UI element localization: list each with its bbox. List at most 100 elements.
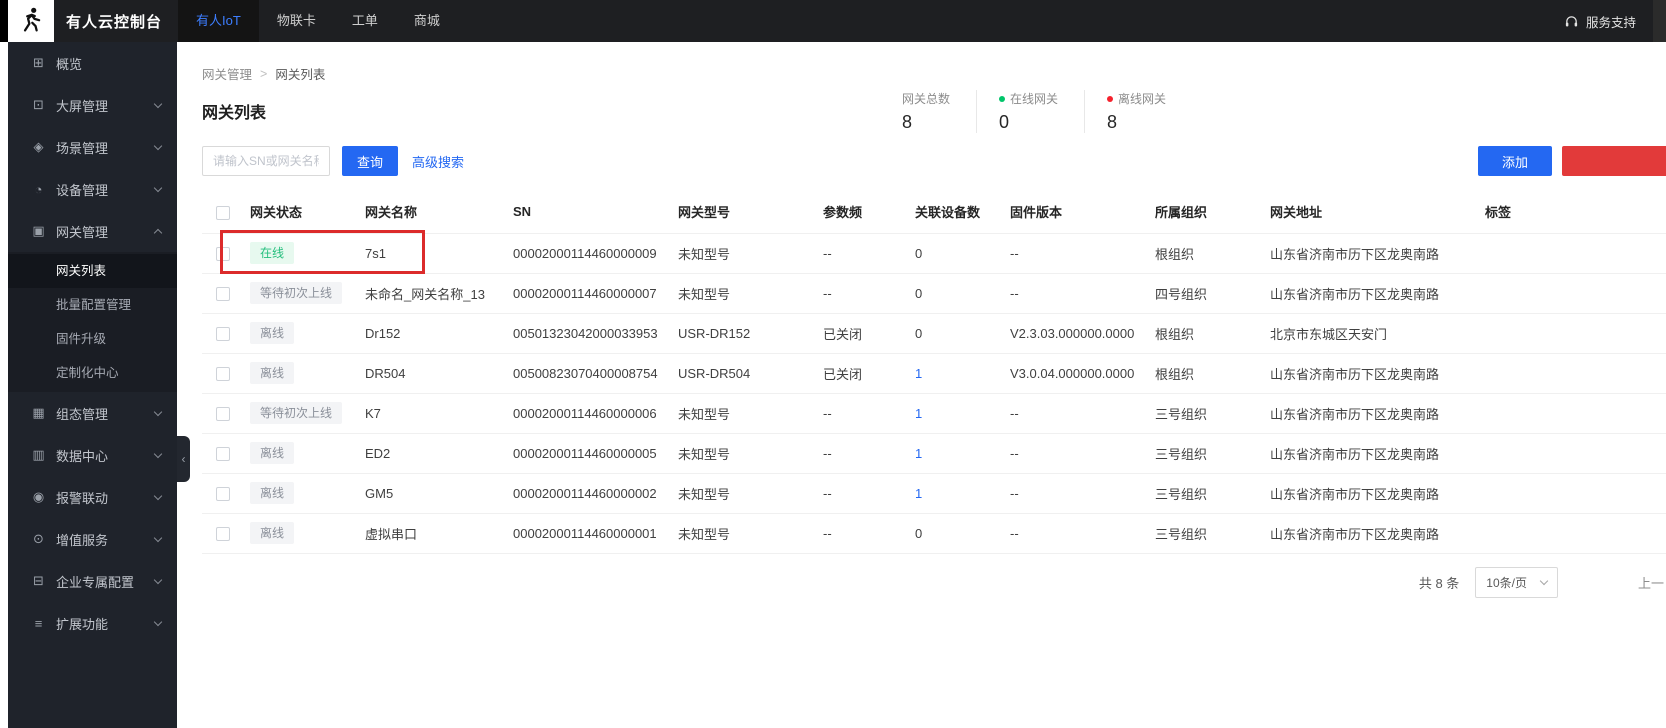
gateway-name[interactable]: ED2 — [365, 433, 513, 474]
gateway-sn: 00002000114460000002 — [513, 473, 678, 514]
gateway-tag — [1485, 313, 1666, 354]
row-checkbox[interactable] — [216, 486, 230, 501]
device-count[interactable]: 1 — [915, 446, 922, 461]
status-badge: 离线 — [250, 441, 295, 465]
chevron-down-icon — [153, 617, 163, 626]
column-header: SN — [513, 191, 678, 234]
select-all-cell — [202, 191, 250, 234]
firmware-version: -- — [1010, 433, 1155, 474]
sidebar-subitem[interactable]: 批量配置管理 — [8, 288, 177, 322]
stat-total: 网关总数 8 — [902, 90, 976, 133]
navbar-cutoff-item[interactable] — [1653, 0, 1666, 42]
device-count[interactable]: 1 — [915, 406, 922, 421]
gateway-grid-icon: ▣ — [32, 223, 45, 238]
stat-label: 在线网关 — [999, 90, 1058, 107]
gateway-name[interactable]: K7 — [365, 393, 513, 434]
status-cell: 在线 — [250, 233, 365, 274]
danger-button-partial[interactable] — [1562, 146, 1666, 176]
gateway-name[interactable]: 虚拟串口 — [365, 513, 513, 554]
gateway-name[interactable]: 7s1 — [365, 233, 513, 274]
add-button[interactable]: 添加 — [1477, 146, 1552, 176]
gateway-tag — [1485, 513, 1666, 554]
top-tab-work-order[interactable]: 工单 — [334, 0, 396, 42]
organization: 三号组织 — [1155, 473, 1270, 514]
row-checkbox[interactable] — [216, 246, 230, 261]
sidebar-item-label: 报警联动 — [56, 490, 109, 506]
param-status: 已关闭 — [823, 353, 915, 394]
main-content: 网关管理 > 网关列表 网关列表 网关总数 8 在线网关 0 离线网关 8 查询 高级搜索… — [177, 42, 1666, 728]
chevron-down-icon — [153, 407, 163, 416]
query-button[interactable]: 查询 — [342, 146, 399, 176]
pagination: 共 8 条 10条/页 上一 — [202, 566, 1666, 598]
gateway-model: 未知型号 — [678, 513, 823, 554]
gateway-name[interactable]: DR504 — [365, 353, 513, 394]
device-count-cell: 1 — [915, 393, 1010, 434]
select-all-checkbox[interactable] — [216, 205, 230, 220]
sidebar: ⊞ 概览 ⊡ 大屏管理 ◈ 场景管理 ◔ 设备管理 ▣ 网关管理 网关列表 批量配置管理 固件升级 定制化… — [8, 42, 177, 728]
row-checkbox[interactable] — [216, 406, 230, 421]
gateway-name[interactable]: GM5 — [365, 473, 513, 514]
advanced-search-link[interactable]: 高级搜索 — [412, 152, 464, 171]
row-checkbox[interactable] — [216, 326, 230, 341]
logo[interactable] — [8, 0, 54, 42]
sidebar-subitem[interactable]: 网关列表 — [8, 254, 177, 288]
device-count[interactable]: 1 — [915, 366, 922, 381]
sidebar-subitem[interactable]: 定制化中心 — [8, 356, 177, 390]
sidebar-item-value-added[interactable]: ⊙ 增值服务 — [8, 518, 177, 560]
row-select-cell — [202, 513, 250, 554]
column-header: 网关名称 — [365, 191, 513, 234]
chevron-down-icon — [153, 99, 163, 108]
sidebar-item-alarm[interactable]: ◉ 报警联动 — [8, 476, 177, 518]
row-checkbox[interactable] — [216, 366, 230, 381]
page-size-select[interactable]: 10条/页 — [1475, 566, 1558, 598]
device-count[interactable]: 1 — [915, 486, 922, 501]
top-tab-usr-iot[interactable]: 有人IoT — [178, 0, 259, 42]
support-link[interactable]: 服务支持 — [1586, 12, 1636, 31]
configuration-icon: ▦ — [32, 405, 45, 420]
gateway-model: 未知型号 — [678, 433, 823, 474]
breadcrumb-separator-icon: > — [260, 66, 268, 81]
sidebar-item-label: 设备管理 — [56, 182, 109, 198]
firmware-version: -- — [1010, 393, 1155, 434]
chevron-down-icon — [153, 533, 163, 542]
sidebar-item-device[interactable]: ◔ 设备管理 — [8, 168, 177, 210]
sidebar-collapse-handle[interactable]: ‹ — [177, 436, 190, 482]
top-tabs: 有人IoT 物联卡 工单 商城 — [178, 0, 458, 42]
sidebar-item-screen[interactable]: ⊡ 大屏管理 — [8, 84, 177, 126]
param-status: -- — [823, 273, 915, 314]
row-select-cell — [202, 473, 250, 514]
sidebar-item-configuration[interactable]: ▦ 组态管理 — [8, 392, 177, 434]
gateway-address: 山东省济南市历下区龙奥南路 — [1270, 393, 1485, 434]
sidebar-item-gateway[interactable]: ▣ 网关管理 — [8, 210, 177, 252]
stat-value: 8 — [902, 112, 913, 132]
breadcrumb-parent[interactable]: 网关管理 — [202, 64, 252, 83]
sidebar-item-overview[interactable]: ⊞ 概览 — [8, 42, 177, 84]
chevron-down-icon — [153, 491, 163, 500]
monitor-icon: ⊡ — [33, 97, 44, 112]
sidebar-item-data-center[interactable]: ▥ 数据中心 — [8, 434, 177, 476]
param-status: -- — [823, 393, 915, 434]
top-tab-mall[interactable]: 商城 — [396, 0, 458, 42]
gateway-name[interactable]: 未命名_网关名称_13 — [365, 273, 513, 314]
sidebar-item-enterprise[interactable]: ⊟ 企业专属配置 — [8, 560, 177, 602]
gateway-name[interactable]: Dr152 — [365, 313, 513, 354]
organization: 根组织 — [1155, 233, 1270, 274]
sidebar-item-label: 数据中心 — [56, 448, 109, 464]
device-count: 0 — [915, 325, 923, 341]
status-cell: 离线 — [250, 313, 365, 354]
sidebar-item-extensions[interactable]: ≡ 扩展功能 — [8, 602, 177, 644]
sidebar-item-scene[interactable]: ◈ 场景管理 — [8, 126, 177, 168]
prev-page-button[interactable]: 上一 — [1638, 573, 1664, 592]
device-count-cell: 0 — [915, 233, 1010, 274]
top-tab-iot-card[interactable]: 物联卡 — [259, 0, 334, 42]
table-row: 在线 7s1 00002000114460000009 未知型号 -- 0 -- 根组织 山东省… — [202, 233, 1666, 274]
gateway-sn: 00501323042000033953 — [513, 313, 678, 354]
row-checkbox[interactable] — [216, 446, 230, 461]
sidebar-subitem[interactable]: 固件升级 — [8, 322, 177, 356]
device-count-cell: 0 — [915, 313, 1010, 354]
status-cell: 离线 — [250, 353, 365, 394]
row-checkbox[interactable] — [216, 286, 230, 301]
search-input[interactable] — [202, 146, 330, 176]
row-checkbox[interactable] — [216, 526, 230, 541]
device-pie-icon: ◔ — [34, 181, 43, 197]
